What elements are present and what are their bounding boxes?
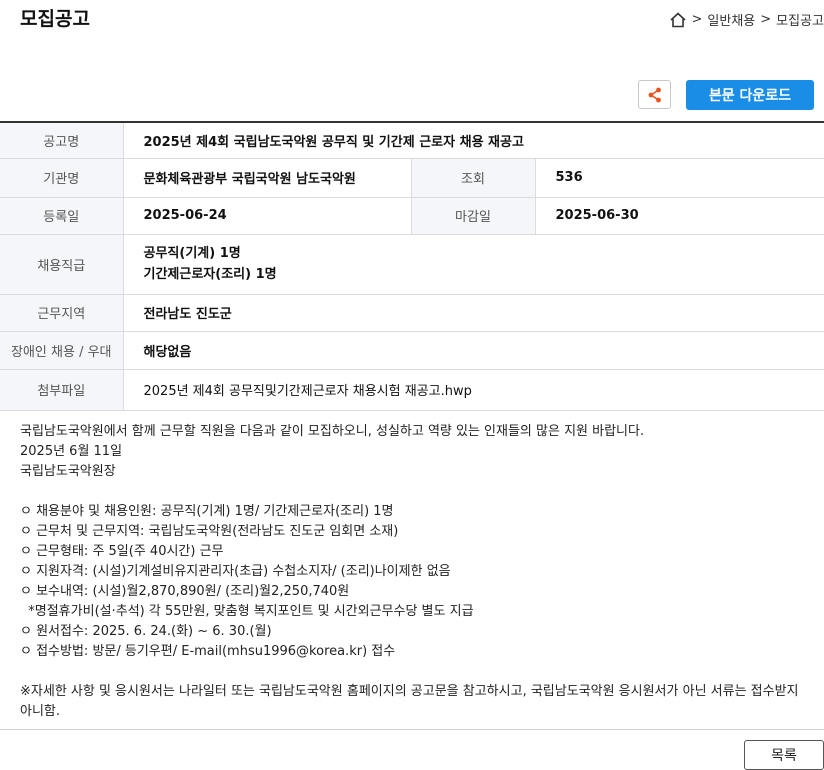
- table-row: 장애인 채용 / 우대 해당없음: [0, 331, 824, 370]
- notice-title-label: 공고명: [0, 122, 124, 159]
- org-label: 기관명: [0, 158, 124, 198]
- breadcrumb: > 일반채용 > 모집공고: [669, 10, 824, 29]
- region-value: 전라남도 진도군: [123, 294, 824, 332]
- share-icon: [648, 87, 661, 102]
- notice-body: 국립남도국악원에서 함께 근무할 직원을 다음과 같이 모집하오니, 성실하고 …: [20, 422, 810, 722]
- disability-label: 장애인 채용 / 우대: [0, 331, 124, 370]
- body-item: ㅇ 원서접수: 2025. 6. 24.(화) ~ 6. 30.(월): [20, 624, 272, 639]
- notice-info-table: 공고명 2025년 제4회 국립남도국악원 공무직 및 기간제 근로자 채용 재…: [0, 121, 824, 411]
- table-row: 채용직급 공무직(기계) 1명 기간제근로자(조리) 1명: [0, 234, 824, 295]
- table-row: 기관명 문화체육관광부 국립국악원 남도국악원 조회 536: [0, 158, 824, 198]
- page-title: 모집공고: [20, 8, 90, 30]
- position-value: 공무직(기계) 1명 기간제근로자(조리) 1명: [123, 234, 824, 295]
- body-date: 2025년 6월 11일: [20, 444, 123, 459]
- share-button[interactable]: [638, 80, 671, 109]
- body-signer: 국립남도국악원장: [20, 464, 116, 479]
- body-item: ㅇ 근무형태: 주 5일(주 40시간) 근무: [20, 544, 224, 559]
- download-button[interactable]: 본문 다운로드: [686, 80, 814, 110]
- deadline-value: 2025-06-30: [535, 197, 824, 235]
- disability-value: 해당없음: [123, 331, 824, 370]
- notice-title-value: 2025년 제4회 국립남도국악원 공무직 및 기간제 근로자 채용 재공고: [123, 122, 824, 159]
- views-value: 536: [535, 158, 824, 198]
- table-row: 첨부파일 2025년 제4회 공무직및기간제근로자 채용시험 재공고.hwp: [0, 369, 824, 411]
- region-label: 근무지역: [0, 294, 124, 332]
- list-button[interactable]: 목록: [744, 740, 824, 770]
- body-item: ㅇ 채용분야 및 채용인원: 공무직(기계) 1명/ 기간제근로자(조리) 1명: [20, 504, 394, 519]
- body-item: ㅇ 지원자격: (시설)기계설비유지관리자(초급) 수첩소지자/ (조리)나이제…: [20, 564, 451, 579]
- position-line: 기간제근로자(조리) 1명: [143, 267, 277, 282]
- table-row: 공고명 2025년 제4회 국립남도국악원 공무직 및 기간제 근로자 채용 재…: [0, 122, 824, 159]
- reg-date-value: 2025-06-24: [123, 197, 411, 235]
- attachment-link[interactable]: 2025년 제4회 공무직및기간제근로자 채용시험 재공고.hwp: [123, 369, 824, 411]
- position-label: 채용직급: [0, 234, 124, 295]
- org-value: 문화체육관광부 국립국악원 남도국악원: [123, 158, 411, 198]
- reg-date-label: 등록일: [0, 197, 124, 235]
- table-row: 등록일 2025-06-24 마감일 2025-06-30: [0, 197, 824, 235]
- position-line: 공무직(기계) 1명: [143, 246, 241, 261]
- body-item: ㅇ 보수내역: (시설)월2,870,890원/ (조리)월2,250,740원: [20, 584, 350, 599]
- home-icon[interactable]: [669, 11, 687, 29]
- divider: [0, 729, 824, 730]
- body-intro: 국립남도국악원에서 함께 근무할 직원을 다음과 같이 모집하오니, 성실하고 …: [20, 424, 645, 439]
- body-item: ㅇ 근무처 및 근무지역: 국립남도국악원(전라남도 진도군 임회면 소재): [20, 524, 399, 539]
- breadcrumb-separator: >: [691, 12, 703, 27]
- body-item: *명절휴가비(설·추석) 각 55만원, 맞춤형 복지포인트 및 시간외근무수당…: [20, 604, 474, 619]
- table-row: 근무지역 전라남도 진도군: [0, 294, 824, 332]
- body-item: ㅇ 접수방법: 방문/ 등기우편/ E-mail(mhsu1996@korea.…: [20, 644, 396, 659]
- breadcrumb-item-general[interactable]: 일반채용: [707, 10, 755, 29]
- breadcrumb-item-recruit[interactable]: 모집공고: [776, 10, 824, 29]
- breadcrumb-separator: >: [760, 12, 772, 27]
- attachment-label: 첨부파일: [0, 369, 124, 411]
- views-label: 조회: [410, 158, 536, 198]
- body-note: ※자세한 사항 및 응시원서는 나라일터 또는 국립남도국악원 홈페이지의 공고…: [20, 684, 799, 719]
- deadline-label: 마감일: [410, 197, 536, 235]
